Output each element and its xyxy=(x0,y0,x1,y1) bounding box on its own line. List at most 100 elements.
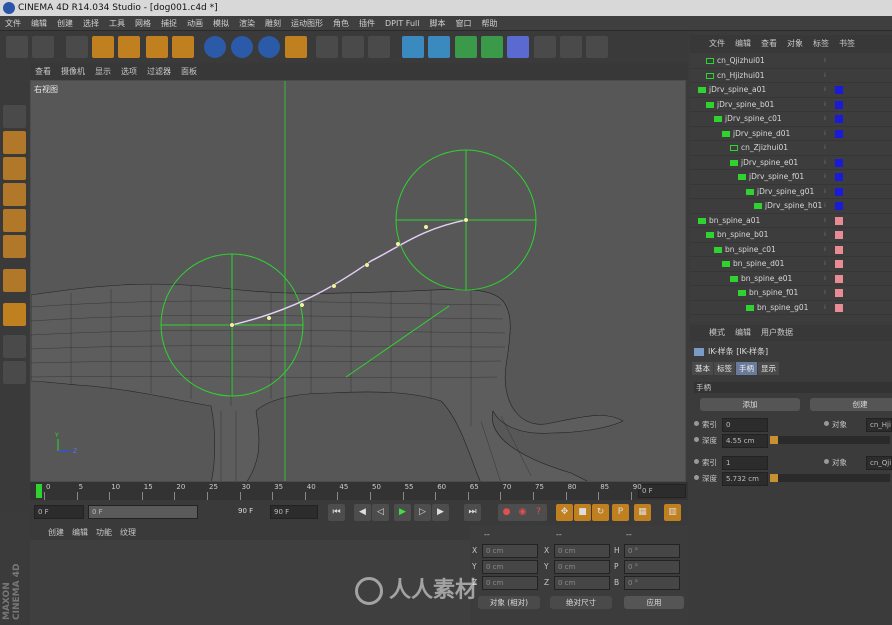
viewport-menu-item-3[interactable]: 选项 xyxy=(116,63,142,80)
object-row[interactable]: cn_Hjizhui01 ⁞ xyxy=(690,69,892,83)
polygon-grid-icon[interactable] xyxy=(3,157,26,180)
menu-item-16[interactable]: 窗口 xyxy=(450,16,476,31)
attr-menu-item-0[interactable]: 模式 xyxy=(704,325,730,341)
x-axis-icon[interactable] xyxy=(204,36,226,58)
visibility-dots[interactable]: ⁞ xyxy=(824,188,829,195)
object-row[interactable]: jDrv_spine_c01 ⁞ xyxy=(690,112,892,127)
prev-key-icon[interactable]: ◀ xyxy=(354,504,371,521)
render-settings-icon[interactable] xyxy=(368,36,390,58)
render-icon[interactable] xyxy=(342,36,364,58)
magnet-icon[interactable] xyxy=(3,303,26,326)
display-color-tag[interactable] xyxy=(835,115,843,123)
menu-item-10[interactable]: 雕刻 xyxy=(260,16,286,31)
coord-field[interactable]: 0 cm xyxy=(554,544,610,558)
attr-tab-3[interactable]: 显示 xyxy=(758,362,779,375)
display-color-tag[interactable] xyxy=(835,173,843,181)
handle-index-field[interactable]: 0 xyxy=(722,418,768,432)
display-color-tag[interactable] xyxy=(835,86,843,94)
start-frame-field[interactable]: 0 F xyxy=(34,505,84,519)
material-menu-item-3[interactable]: 纹理 xyxy=(116,526,140,540)
timeline-playhead[interactable] xyxy=(36,484,42,498)
object-menu-item-3[interactable]: 对象 xyxy=(782,35,808,53)
visibility-dots[interactable]: ⁞ xyxy=(824,72,829,79)
menu-item-4[interactable]: 工具 xyxy=(104,16,130,31)
radio-dot[interactable] xyxy=(694,421,699,426)
visibility-dots[interactable]: ⁞ xyxy=(824,203,829,209)
texture-icon[interactable] xyxy=(3,131,26,154)
visibility-dots[interactable]: ⁞ xyxy=(824,261,829,267)
scale-icon[interactable] xyxy=(118,36,140,58)
auto-key-icon[interactable]: ◉ xyxy=(514,504,531,521)
object-row[interactable]: cn_Zjizhui01 ⁞ xyxy=(690,141,892,156)
object-menu-item-1[interactable]: 编辑 xyxy=(730,35,756,53)
display-color-tag[interactable] xyxy=(835,202,843,210)
radio-dot[interactable] xyxy=(824,421,829,426)
grid-key-icon[interactable]: ▦ xyxy=(634,504,651,521)
object-row[interactable]: jDrv_spine_h01 ⁞ xyxy=(690,199,892,214)
edges-icon[interactable] xyxy=(3,209,26,232)
handle-depth-field[interactable]: 5.732 cm xyxy=(722,472,768,486)
handle-object-field[interactable]: cn_Qji xyxy=(866,456,892,470)
end-frame-field[interactable]: 90 F xyxy=(270,505,318,519)
visibility-dots[interactable]: ⁞ xyxy=(824,116,829,122)
redo-icon[interactable] xyxy=(32,36,54,58)
radio-dot[interactable] xyxy=(694,437,699,442)
coord-mode-select[interactable]: 对象 (相对) xyxy=(478,596,540,609)
next-frame-icon[interactable]: ▷ xyxy=(414,504,431,521)
attr-menu-item-1[interactable]: 编辑 xyxy=(730,325,756,341)
object-menu-item-5[interactable]: 书签 xyxy=(834,35,860,53)
scale-key-icon[interactable]: ■ xyxy=(574,504,591,521)
help-icon[interactable]: ? xyxy=(530,504,547,521)
points-icon[interactable] xyxy=(3,183,26,206)
object-row[interactable]: jDrv_spine_e01 ⁞ xyxy=(690,156,892,170)
coord-field[interactable]: 0 ° xyxy=(624,544,680,558)
menu-item-2[interactable]: 创建 xyxy=(52,16,78,31)
object-row[interactable]: cn_Qjizhui01 ⁞ xyxy=(690,54,892,69)
viewport-menu-item-4[interactable]: 过滤器 xyxy=(142,63,176,80)
object-row[interactable]: jDrv_spine_b01 ⁞ xyxy=(690,98,892,112)
world-icon[interactable] xyxy=(285,36,307,58)
next-key-icon[interactable]: ▶ xyxy=(432,504,449,521)
visibility-dots[interactable]: ⁞ xyxy=(824,174,829,180)
menu-item-11[interactable]: 运动图形 xyxy=(286,16,328,31)
coord-field[interactable]: 0 ° xyxy=(624,560,680,574)
cube-icon[interactable] xyxy=(402,36,424,58)
menu-item-17[interactable]: 帮助 xyxy=(476,16,502,31)
object-row[interactable]: bn_spine_c01 ⁞ xyxy=(690,243,892,257)
menu-item-5[interactable]: 网格 xyxy=(130,16,156,31)
handle-depth-slider[interactable] xyxy=(770,436,890,444)
apply-button[interactable]: 应用 xyxy=(624,596,684,609)
object-menu-item-4[interactable]: 标签 xyxy=(808,35,834,53)
spline-icon[interactable] xyxy=(428,36,450,58)
display-color-tag[interactable] xyxy=(835,216,843,225)
object-row[interactable]: bn_spine_a01 ⁞ xyxy=(690,214,892,228)
prev-frame-icon[interactable]: ◁ xyxy=(372,504,389,521)
attr-menu-item-2[interactable]: 用户数据 xyxy=(756,325,798,341)
display-color-tag[interactable] xyxy=(835,303,843,312)
visibility-dots[interactable]: ⁞ xyxy=(824,304,829,311)
polygons-icon[interactable] xyxy=(3,235,26,258)
object-row[interactable]: jDrv_spine_f01 ⁞ xyxy=(690,170,892,185)
z-axis-icon[interactable] xyxy=(258,36,280,58)
object-row[interactable]: bn_spine_f01 ⁞ xyxy=(690,286,892,301)
visibility-dots[interactable]: ⁞ xyxy=(824,246,829,253)
menu-item-13[interactable]: 插件 xyxy=(354,16,380,31)
move-key-icon[interactable]: ✥ xyxy=(556,504,573,521)
attr-tab-2[interactable]: 手柄 xyxy=(736,362,757,375)
object-menu-item-0[interactable]: 文件 xyxy=(704,35,730,53)
display-color-tag[interactable] xyxy=(835,231,843,239)
menu-item-1[interactable]: 编辑 xyxy=(26,16,52,31)
camera-icon[interactable] xyxy=(560,36,582,58)
visibility-dots[interactable]: ⁞ xyxy=(824,159,829,166)
menu-item-9[interactable]: 渲染 xyxy=(234,16,260,31)
material-menu-item-0[interactable]: 创建 xyxy=(44,526,68,540)
attr-tab-0[interactable]: 基本 xyxy=(692,362,713,375)
menu-item-7[interactable]: 动画 xyxy=(182,16,208,31)
display-color-tag[interactable] xyxy=(835,260,843,268)
select-icon[interactable] xyxy=(66,36,88,58)
viewport-menu-item-1[interactable]: 摄像机 xyxy=(56,63,90,80)
range-start-field[interactable]: 0 F xyxy=(88,505,198,519)
material-menu-item-1[interactable]: 编辑 xyxy=(68,526,92,540)
object-row[interactable]: jDrv_spine_d01 ⁞ xyxy=(690,127,892,141)
visibility-dots[interactable]: ⁞ xyxy=(824,58,829,64)
